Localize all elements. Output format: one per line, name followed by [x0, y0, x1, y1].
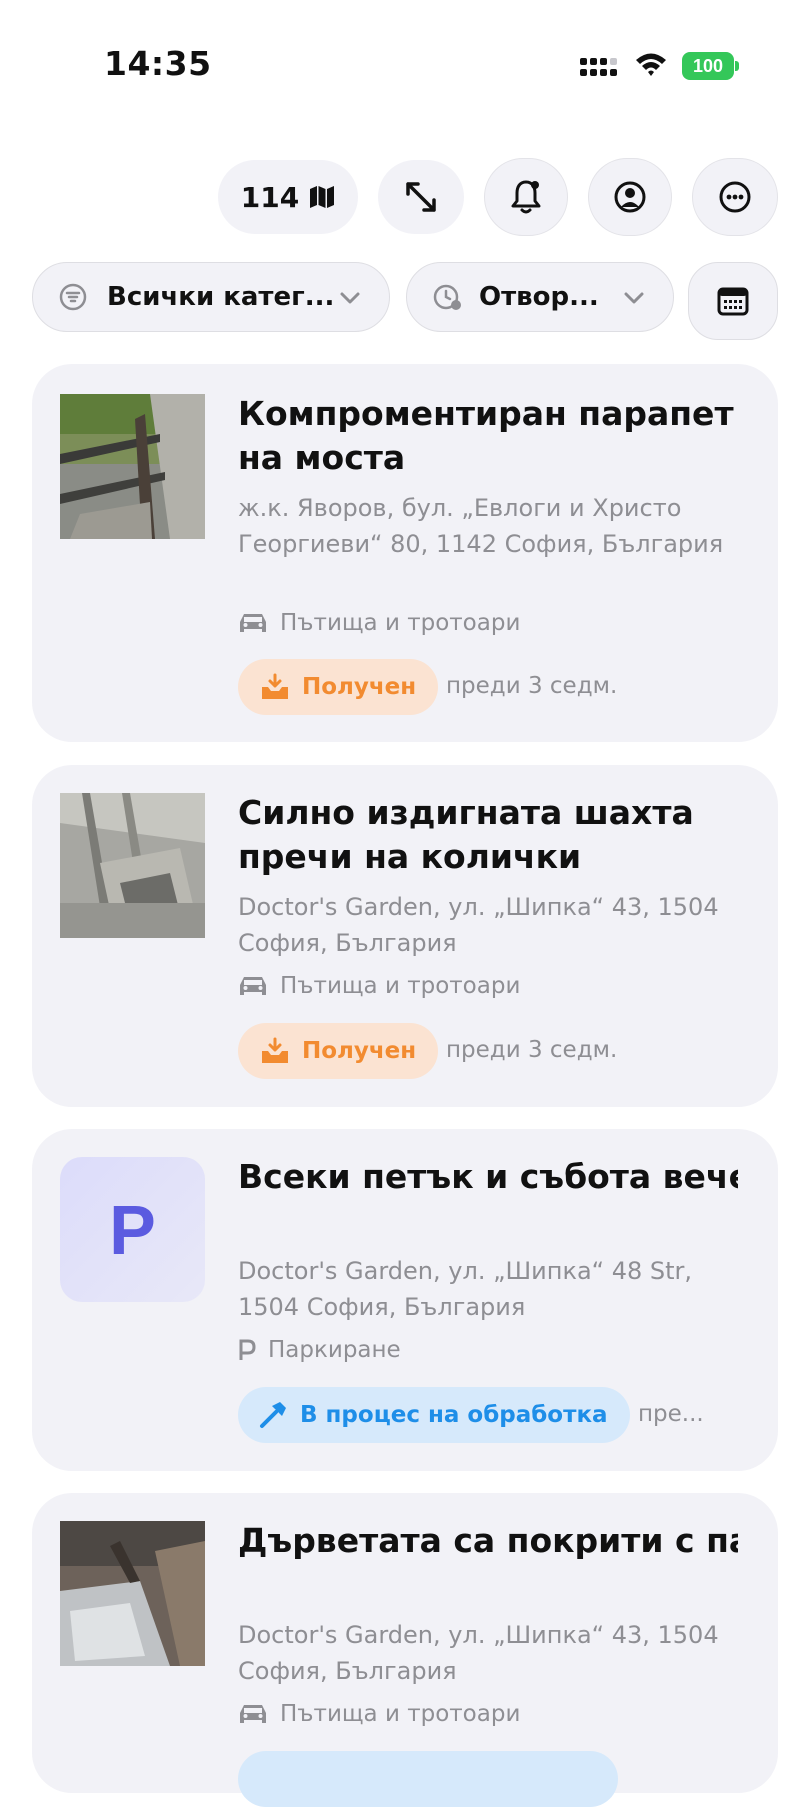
report-card[interactable]: Силно издигната шахта пречи на колички D…: [32, 765, 778, 1107]
battery-level: 100: [682, 52, 734, 80]
bell-icon: [511, 180, 541, 214]
inbox-tray-icon: [262, 1037, 288, 1063]
car-icon: [240, 977, 266, 995]
report-photo: [60, 394, 205, 539]
expand-icon: [406, 182, 436, 212]
car-icon: [240, 614, 266, 632]
expand-button[interactable]: [378, 160, 464, 234]
report-count: 114: [240, 180, 300, 214]
report-category-label: Пътища и тротоари: [280, 610, 521, 636]
inbox-tray-icon: [262, 673, 288, 699]
report-card[interactable]: Дърветата са покрити с паркоместата вмес…: [32, 1493, 778, 1807]
report-title: Дърветата са покрити с паркоместата вмес…: [238, 1521, 738, 1560]
report-card[interactable]: Компроментиран парапет на моста ж.к. Яво…: [32, 364, 778, 742]
status-time: 14:35: [104, 44, 212, 83]
status-bar: 14:35 100: [0, 0, 810, 130]
report-category-label: Пътища и тротоари: [280, 973, 521, 999]
calendar-icon: [717, 287, 749, 316]
parking-icon: [239, 1339, 256, 1360]
battery-icon: 100: [682, 52, 739, 80]
report-category-label: Паркиране: [268, 1337, 401, 1363]
parking-letter: P: [109, 1190, 156, 1269]
chevron-down-icon: [340, 292, 360, 304]
filter-icon: [59, 283, 87, 311]
report-time-ago: преди 3 седм.: [446, 1037, 618, 1063]
status-filter[interactable]: Отвор...: [406, 262, 674, 332]
map-icon: [310, 186, 335, 208]
report-photo: [60, 793, 205, 938]
map-count-button[interactable]: 114: [218, 160, 358, 234]
calendar-filter-button[interactable]: [688, 262, 778, 340]
status-filter-label: Отвор...: [479, 282, 599, 312]
status-badge-label: Получен: [302, 1038, 417, 1064]
report-title: Всеки петък и събота вечер между 22 и 3 …: [238, 1157, 738, 1196]
cellular-signal-icon: [580, 54, 620, 80]
report-time-ago: преди 3 седм.: [446, 673, 618, 699]
chevron-down-icon: [624, 292, 644, 304]
hammer-icon: [260, 1402, 286, 1428]
clock-status-icon: [433, 284, 461, 310]
status-badge: [238, 1751, 618, 1807]
parking-placeholder: P: [60, 1157, 205, 1302]
status-badge: Получен: [238, 659, 439, 715]
report-title: Компроментиран парапет на моста: [238, 394, 734, 477]
report-category: Паркиране: [238, 1335, 401, 1365]
category-filter-label: Всички катег...: [107, 282, 335, 312]
status-badge: Получен: [238, 1023, 439, 1079]
car-icon: [240, 1705, 266, 1723]
report-category: Пътища и тротоари: [238, 608, 520, 638]
report-category: Пътища и тротоари: [238, 971, 520, 1001]
profile-button[interactable]: [588, 158, 672, 236]
report-category: Пътища и тротоари: [238, 1699, 520, 1729]
report-time-ago: пре...: [638, 1401, 704, 1427]
notifications-button[interactable]: [484, 158, 568, 236]
status-badge-label: В процес на обработка: [300, 1402, 608, 1428]
more-icon: [719, 181, 751, 213]
more-button[interactable]: [692, 158, 778, 236]
report-address: Doctor's Garden, ул. „Шипка“ 43, 1504 Со…: [238, 1621, 719, 1685]
wifi-icon: [636, 53, 666, 76]
report-address: ж.к. Яворов, бул. „Евлоги и Христо Георг…: [238, 494, 724, 558]
status-badge-label: Получен: [302, 674, 417, 700]
report-address: Doctor's Garden, ул. „Шипка“ 43, 1504 Со…: [238, 893, 719, 957]
report-title: Силно издигната шахта пречи на колички: [238, 793, 694, 876]
category-filter[interactable]: Всички катег...: [32, 262, 390, 332]
report-address: Doctor's Garden, ул. „Шипка“ 48 Str, 150…: [238, 1257, 693, 1321]
status-badge: В процес на обработка: [238, 1387, 630, 1443]
report-photo: [60, 1521, 205, 1666]
report-card[interactable]: P Всеки петък и събота вечер между 22 и …: [32, 1129, 778, 1471]
profile-icon: [614, 181, 646, 213]
report-category-label: Пътища и тротоари: [280, 1701, 521, 1727]
